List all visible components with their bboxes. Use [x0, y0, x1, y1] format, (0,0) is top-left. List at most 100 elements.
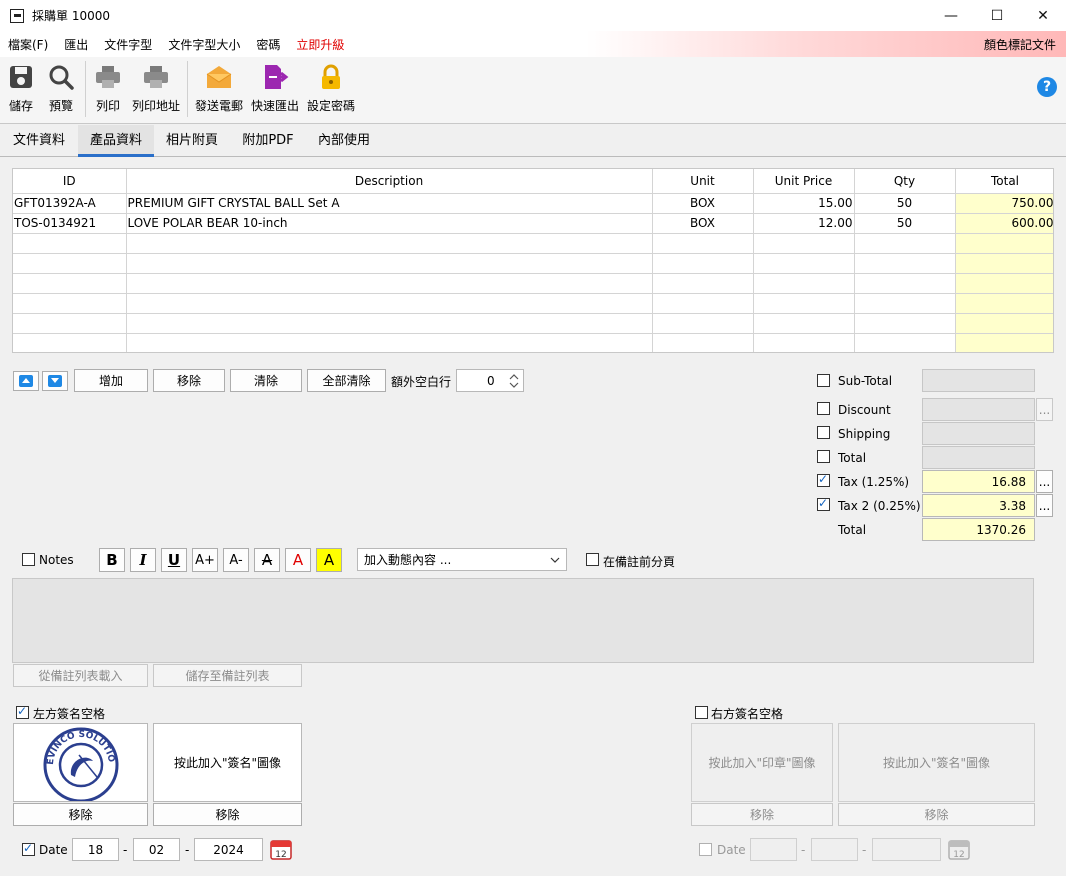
grow-font-button[interactable]: A+: [192, 548, 218, 572]
tax2-more-button[interactable]: ...: [1036, 494, 1053, 517]
dynamic-content-dropdown[interactable]: 加入動態內容 ...: [357, 548, 567, 571]
color-tag-document[interactable]: 顏色標記文件: [984, 36, 1056, 53]
add-row-button[interactable]: 增加: [74, 369, 148, 392]
font-color-button[interactable]: A: [285, 548, 311, 572]
stepper-arrows-icon[interactable]: [508, 372, 520, 390]
print-address-button[interactable]: 列印地址: [130, 57, 182, 124]
menu-password[interactable]: 密碼: [248, 36, 288, 53]
highlight-button[interactable]: A: [316, 548, 342, 572]
discount-checkbox[interactable]: [817, 402, 830, 415]
maximize-button[interactable]: ☐: [974, 0, 1020, 31]
add-stamp-image-box[interactable]: 按此加入"印章"圖像: [691, 723, 833, 802]
cell-description[interactable]: LOVE POLAR BEAR 10-inch: [126, 213, 653, 234]
bold-button[interactable]: B: [99, 548, 125, 572]
col-header-unit-price[interactable]: Unit Price: [753, 169, 855, 194]
remove-signature-button[interactable]: 移除: [153, 803, 302, 826]
table-row-empty[interactable]: [13, 233, 1053, 254]
add-signature-image-box[interactable]: 按此加入"簽名"圖像: [153, 723, 302, 802]
table-row-empty[interactable]: [13, 333, 1053, 352]
cell-description[interactable]: PREMIUM GIFT CRYSTAL BALL Set A: [126, 193, 653, 214]
close-button[interactable]: ✕: [1020, 0, 1066, 31]
cell-unit-price[interactable]: 15.00: [753, 193, 855, 214]
help-icon[interactable]: ?: [1037, 77, 1057, 97]
shrink-font-button[interactable]: A-: [223, 548, 249, 572]
menu-font[interactable]: 文件字型: [96, 36, 160, 53]
product-grid[interactable]: ID Description Unit Unit Price Qty Total…: [12, 168, 1054, 353]
col-header-id[interactable]: ID: [13, 169, 127, 194]
table-row-empty[interactable]: [13, 313, 1053, 334]
calendar-icon[interactable]: 12: [269, 837, 293, 861]
col-header-unit[interactable]: Unit: [652, 169, 754, 194]
preview-button[interactable]: 預覽: [44, 57, 78, 124]
cell-qty[interactable]: 50: [854, 193, 956, 214]
left-date-month[interactable]: 02: [133, 838, 180, 861]
table-row-empty[interactable]: [13, 253, 1053, 274]
tax1-more-button[interactable]: ...: [1036, 470, 1053, 493]
clear-all-button[interactable]: 全部清除: [307, 369, 386, 392]
minimize-button[interactable]: —: [928, 0, 974, 31]
col-header-description[interactable]: Description: [126, 169, 653, 194]
col-header-qty[interactable]: Qty: [854, 169, 956, 194]
menu-upgrade[interactable]: 立即升級: [288, 36, 352, 53]
load-notes-button[interactable]: 從備註列表載入: [13, 664, 148, 687]
menu-export[interactable]: 匯出: [56, 36, 96, 53]
page-break-checkbox[interactable]: [586, 553, 599, 566]
tax1-field[interactable]: 16.88: [922, 470, 1035, 493]
move-down-button[interactable]: [42, 371, 68, 391]
table-row-empty[interactable]: [13, 293, 1053, 314]
move-up-button[interactable]: [13, 371, 39, 391]
right-date-year[interactable]: [872, 838, 941, 861]
print-button[interactable]: 列印: [91, 57, 125, 124]
right-signature-checkbox[interactable]: [695, 706, 708, 719]
save-notes-button[interactable]: 儲存至備註列表: [153, 664, 302, 687]
cell-qty[interactable]: 50: [854, 213, 956, 234]
remove-right-signature-button[interactable]: 移除: [838, 803, 1035, 826]
discount-more-button[interactable]: ...: [1036, 398, 1053, 421]
shipping-checkbox[interactable]: [817, 426, 830, 439]
tab-photo-attachment[interactable]: 相片附頁: [154, 125, 230, 157]
remove-stamp-button[interactable]: 移除: [13, 803, 148, 826]
subtotal-checkbox[interactable]: [817, 374, 830, 387]
tax2-checkbox[interactable]: [817, 496, 830, 511]
col-header-total[interactable]: Total: [955, 169, 1053, 194]
stamp-image-box[interactable]: EVINCO SOLUTIONS LIMITED: [13, 723, 148, 802]
save-button[interactable]: 儲存: [4, 57, 38, 124]
tax2-field[interactable]: 3.38: [922, 494, 1035, 517]
strikethrough-button[interactable]: A: [254, 548, 280, 572]
remove-right-stamp-button[interactable]: 移除: [691, 803, 833, 826]
send-email-button[interactable]: 發送電郵: [193, 57, 245, 124]
add-right-signature-image-box[interactable]: 按此加入"簽名"圖像: [838, 723, 1035, 802]
tab-internal-use[interactable]: 內部使用: [306, 125, 382, 157]
right-date-checkbox[interactable]: [699, 843, 712, 856]
right-date-day[interactable]: [750, 838, 797, 861]
tab-document-info[interactable]: 文件資料: [0, 125, 78, 157]
cell-id[interactable]: GFT01392A-A: [13, 193, 127, 214]
tax1-checkbox[interactable]: [817, 472, 830, 487]
table-row-empty[interactable]: [13, 273, 1053, 294]
cell-unit[interactable]: BOX: [652, 193, 754, 214]
table-row[interactable]: TOS-0134921 LOVE POLAR BEAR 10-inch BOX …: [13, 213, 1053, 234]
tab-attach-pdf[interactable]: 附加PDF: [230, 125, 306, 157]
quick-export-button[interactable]: 快速匯出: [249, 57, 301, 124]
set-password-button[interactable]: 設定密碼: [305, 57, 357, 124]
extra-rows-stepper[interactable]: 0: [456, 369, 524, 392]
left-date-year[interactable]: 2024: [194, 838, 263, 861]
clear-row-button[interactable]: 清除: [230, 369, 302, 392]
table-row[interactable]: GFT01392A-A PREMIUM GIFT CRYSTAL BALL Se…: [13, 193, 1053, 214]
calendar-icon[interactable]: 12: [947, 837, 971, 861]
notes-textarea[interactable]: [12, 578, 1034, 663]
left-date-checkbox[interactable]: [22, 841, 35, 856]
tab-product-info[interactable]: 產品資料: [78, 125, 154, 157]
menu-file[interactable]: 檔案(F): [0, 36, 56, 53]
notes-checkbox[interactable]: [22, 553, 35, 566]
cell-unit[interactable]: BOX: [652, 213, 754, 234]
underline-button[interactable]: U: [161, 548, 187, 572]
right-date-month[interactable]: [811, 838, 858, 861]
left-signature-checkbox[interactable]: [16, 704, 29, 719]
cell-unit-price[interactable]: 12.00: [753, 213, 855, 234]
left-date-day[interactable]: 18: [72, 838, 119, 861]
total-checkbox[interactable]: [817, 450, 830, 463]
menu-font-size[interactable]: 文件字型大小: [160, 36, 248, 53]
remove-row-button[interactable]: 移除: [153, 369, 225, 392]
italic-button[interactable]: I: [130, 548, 156, 572]
